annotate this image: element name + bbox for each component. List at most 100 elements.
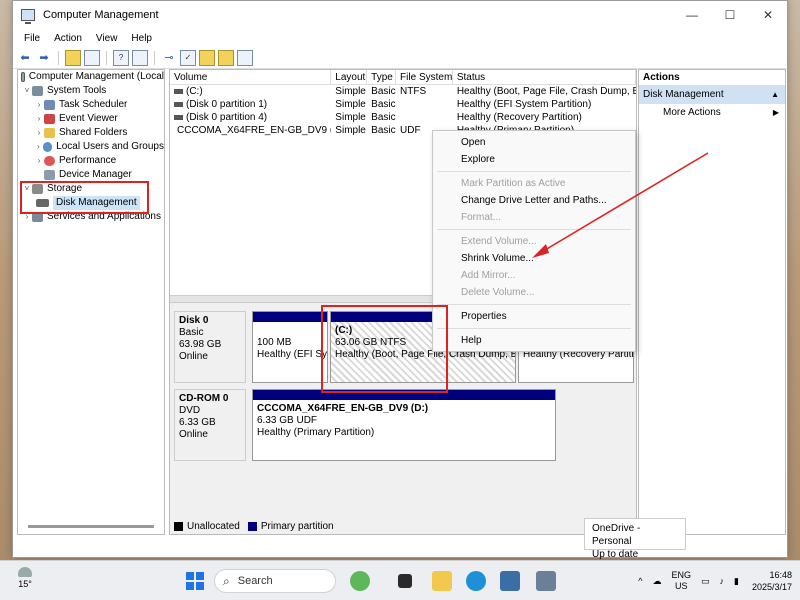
actions-header: Actions — [639, 70, 785, 86]
cloud-icon — [18, 567, 32, 577]
title-bar[interactable]: Computer Management — ☐ ✕ — [13, 1, 787, 29]
annotation-box-c-partition — [321, 305, 448, 393]
menu-bar: File Action View Help — [13, 29, 787, 47]
column-status[interactable]: Status — [453, 70, 636, 84]
table-row[interactable]: (Disk 0 partition 1) Simple Basic Health… — [170, 98, 636, 111]
volume-layout: Simple — [335, 125, 366, 136]
menu-item-change-drive-letter[interactable]: Change Drive Letter and Paths... — [433, 192, 635, 209]
computer-management-taskbar-icon[interactable] — [536, 571, 556, 591]
onedrive-icon[interactable]: ☁ — [647, 576, 666, 587]
network-icon[interactable]: ▭ — [696, 576, 715, 587]
toolbar-separator — [106, 50, 107, 65]
start-button[interactable] — [186, 572, 204, 590]
tree-item-label: Local Users and Groups — [56, 141, 164, 152]
disk-state: Online — [179, 351, 208, 362]
task-view-icon[interactable] — [398, 574, 412, 588]
volume-icon — [174, 89, 183, 94]
clock-date: 2025/3/17 — [751, 582, 792, 592]
weather-widget[interactable]: 15° — [10, 567, 40, 589]
tree-item-performance[interactable]: › Performance — [18, 154, 164, 168]
close-button[interactable]: ✕ — [749, 1, 787, 29]
up-folder-icon[interactable] — [65, 49, 81, 66]
language-indicator[interactable]: ENG US — [666, 570, 696, 592]
search-folder-icon[interactable] — [199, 49, 215, 66]
volume-icon — [174, 115, 183, 120]
tree-item-local-users[interactable]: › Local Users and Groups — [18, 140, 164, 154]
connect-icon[interactable]: ⊸ — [161, 50, 177, 66]
show-hide-tree-icon[interactable] — [84, 49, 100, 66]
partition-efi[interactable]: 100 MB Healthy (EFI Sys — [252, 311, 328, 383]
menu-item-open[interactable]: Open — [433, 134, 635, 151]
taskbar-search[interactable]: ⌕ Search — [214, 569, 336, 593]
menu-help[interactable]: Help — [124, 33, 159, 44]
view-icon[interactable] — [237, 49, 253, 66]
store-icon[interactable] — [500, 571, 520, 591]
menu-item-extend-volume: Extend Volume... — [461, 236, 537, 247]
partition-d[interactable]: CCCOMA_X64FRE_EN-GB_DV9 (D:) 6.33 GB UDF H… — [252, 389, 556, 461]
minimize-button[interactable]: — — [673, 1, 711, 29]
volume-icon[interactable]: ♪ — [715, 576, 730, 587]
column-volume[interactable]: Volume — [170, 70, 332, 84]
volume-type: Basic — [371, 99, 396, 110]
checklist-icon[interactable]: ✓ — [180, 49, 196, 66]
widgets-icon[interactable] — [350, 571, 370, 591]
column-layout[interactable]: Layout — [331, 70, 368, 84]
tree-item-shared-folders[interactable]: › Shared Folders — [18, 126, 164, 140]
volume-type: Basic — [371, 112, 396, 123]
menu-item-explore[interactable]: Explore — [433, 151, 635, 168]
cdrom-0-label[interactable]: CD-ROM 0 DVD 6.33 GB Online — [174, 389, 246, 461]
maximize-button[interactable]: ☐ — [711, 1, 749, 29]
lang-line-1: ENG — [671, 570, 691, 580]
menu-item-add-mirror: Add Mirror... — [461, 270, 516, 281]
file-explorer-icon[interactable] — [432, 571, 452, 591]
collapse-up-icon[interactable]: ▲ — [771, 86, 785, 104]
tree-item-label: Performance — [59, 155, 117, 166]
table-row[interactable]: (C:) Simple Basic NTFS Healthy (Boot, Pa… — [170, 85, 636, 98]
volume-name: (Disk 0 partition 4) — [186, 112, 268, 123]
taskbar: 15° ⌕ Search ^ ☁ ENG US ▭ ♪ ▮ 16:48 2025… — [0, 560, 800, 600]
tree-item-device-manager[interactable]: Device Manager — [18, 168, 164, 182]
task-scheduler-icon — [44, 100, 55, 110]
navigation-tree: Computer Management (Local ˅ System Tool… — [17, 69, 165, 535]
volume-name: (C:) — [186, 86, 203, 97]
properties-icon[interactable] — [132, 49, 148, 66]
tree-system-tools[interactable]: ˅ System Tools — [18, 84, 164, 98]
system-tray: ^ ☁ ENG US ▭ ♪ ▮ 16:48 2025/3/17 — [633, 565, 800, 597]
back-arrow-icon[interactable]: ⬅ — [17, 50, 33, 66]
menu-action[interactable]: Action — [47, 33, 89, 44]
menu-item-shrink-volume[interactable]: Shrink Volume... — [433, 250, 635, 267]
help-icon[interactable]: ? — [113, 49, 129, 66]
actions-pane: Actions Disk Management ▲ More Actions ▶ — [638, 69, 786, 535]
column-type[interactable]: Type — [367, 70, 397, 84]
key-icon[interactable] — [218, 49, 234, 66]
disk-size: 63.98 GB — [179, 339, 222, 350]
menu-view[interactable]: View — [89, 33, 125, 44]
chevron-up-icon[interactable]: ^ — [633, 576, 647, 587]
tree-item-label: Device Manager — [59, 169, 132, 180]
clock[interactable]: 16:48 2025/3/17 — [744, 569, 800, 593]
edge-icon[interactable] — [466, 571, 486, 591]
tree-root[interactable]: Computer Management (Local — [18, 70, 164, 84]
column-file-system[interactable]: File System — [396, 70, 453, 84]
search-icon: ⌕ — [223, 573, 230, 588]
disk-state: Online — [179, 429, 208, 440]
disk-0-label[interactable]: Disk 0 Basic 63.98 GB Online — [174, 311, 246, 383]
window-title: Computer Management — [43, 9, 159, 21]
more-actions-item[interactable]: More Actions ▶ — [639, 104, 785, 122]
menu-separator — [437, 328, 631, 329]
forward-arrow-icon[interactable]: ➡ — [36, 50, 52, 66]
partition-name: CCCOMA_X64FRE_EN-GB_DV9 (D:) — [257, 403, 429, 414]
event-viewer-icon — [44, 114, 55, 124]
tree-item-task-scheduler[interactable]: › Task Scheduler — [18, 98, 164, 112]
menu-file[interactable]: File — [17, 33, 47, 44]
tree-item-event-viewer[interactable]: › Event Viewer — [18, 112, 164, 126]
battery-icon[interactable]: ▮ — [729, 576, 744, 587]
volume-status: Healthy (Boot, Page File, Crash Dump, Ba… — [456, 86, 637, 97]
tools-icon — [32, 86, 43, 96]
tree-horizontal-scrollbar[interactable] — [28, 525, 154, 528]
table-row[interactable]: (Disk 0 partition 4) Simple Basic Health… — [170, 111, 636, 124]
menu-item-properties[interactable]: Properties — [433, 308, 635, 325]
actions-section-disk-management[interactable]: Disk Management ▲ — [639, 86, 785, 104]
disk-name: CD-ROM 0 — [179, 393, 229, 404]
menu-item-help[interactable]: Help — [433, 332, 635, 349]
